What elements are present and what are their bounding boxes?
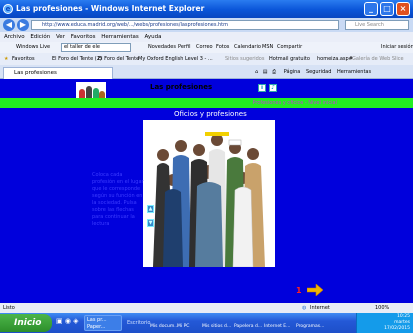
fav-item-7[interactable]: Galería de Web Slice bbox=[352, 53, 404, 65]
sound-icon[interactable]: ♪ bbox=[269, 84, 277, 92]
link-calendario[interactable]: Calendario bbox=[234, 42, 261, 53]
menu-bar: Archivo Edición Ver Favoritos Herramient… bbox=[0, 32, 413, 42]
fav-item-6[interactable]: homeiza.asp# bbox=[317, 53, 353, 65]
zone-label: Internet bbox=[310, 305, 330, 311]
safety-menu[interactable]: Seguridad bbox=[306, 69, 331, 75]
clock-time[interactable]: 10:25 bbox=[397, 314, 410, 319]
windows-live-link[interactable]: Windows Live bbox=[16, 42, 50, 53]
menu-herramientas[interactable]: Herramientas bbox=[101, 34, 138, 40]
taskbar: Inicio ▣ ◉ ◈ Las pr... Paper... Escritor… bbox=[0, 313, 413, 333]
status-text: Listo bbox=[3, 305, 15, 311]
fav-item-4[interactable]: Sitios sugeridos bbox=[225, 53, 264, 65]
favorites-button[interactable]: Favoritos bbox=[12, 53, 35, 65]
taskbar-ie-button[interactable]: Las pr... Paper... bbox=[84, 315, 122, 331]
star-icon: ★ bbox=[4, 56, 9, 62]
next-arrow-icon[interactable] bbox=[307, 284, 323, 296]
close-button[interactable]: × bbox=[396, 2, 410, 16]
zoom-level[interactable]: 100% bbox=[375, 303, 389, 313]
globe-icon: ◍ bbox=[302, 305, 307, 311]
fav-item-5[interactable]: Hotmail gratuito bbox=[269, 53, 310, 65]
page-subtitle: Oficios y profesiones bbox=[174, 110, 247, 118]
page-title: Las profesiones bbox=[150, 83, 213, 91]
windows-live-toolbar: Windows Live el taller de ele Novedades … bbox=[0, 42, 413, 53]
professionals-photo bbox=[143, 120, 275, 267]
address-bar: ◀ ▶ http://www.educa.madrid.org/web/.../… bbox=[0, 18, 413, 32]
info-icon[interactable]: i bbox=[258, 84, 266, 92]
link-msn[interactable]: MSN bbox=[262, 42, 273, 53]
desktop-toolbar-label: Escritorio bbox=[127, 320, 151, 326]
maximize-button[interactable]: □ bbox=[380, 2, 394, 16]
link-perfil[interactable]: Perfil bbox=[178, 42, 191, 53]
minimize-button[interactable]: _ bbox=[364, 2, 378, 16]
menu-ver[interactable]: Ver bbox=[56, 34, 65, 40]
taskbar-link-recycle[interactable]: Papelera d... bbox=[234, 324, 262, 329]
taskbar-link-programs[interactable]: Programas... bbox=[296, 324, 324, 329]
link-novedades[interactable]: Novedades bbox=[148, 42, 176, 53]
command-bar: ⌂ ▤ ⎙ Página Seguridad Herramientas bbox=[255, 66, 371, 78]
page-number: 1 bbox=[296, 286, 302, 295]
start-label: Inicio bbox=[14, 318, 42, 328]
back-icon[interactable]: ◀ bbox=[3, 19, 15, 31]
page-content: Las profesiones i ♪ Profesiones y oficio… bbox=[0, 79, 413, 303]
favorites-bar: ★ Favoritos El Foro del Tente (2) El For… bbox=[0, 53, 413, 65]
menu-archivo[interactable]: Archivo bbox=[4, 34, 25, 40]
taskbar-link-mydocs[interactable]: Mis docum... bbox=[150, 324, 179, 329]
green-banner: Profesiones y oficios - Nivel inicial bbox=[0, 98, 413, 108]
menu-edicion[interactable]: Edición bbox=[30, 34, 50, 40]
menu-favoritos[interactable]: Favoritos bbox=[71, 34, 96, 40]
home-icon[interactable]: ⌂ bbox=[255, 69, 258, 75]
scroll-up-arrow-icon[interactable]: ▲ bbox=[147, 205, 154, 213]
fav-item-2[interactable]: El Foro del Tente bbox=[98, 53, 139, 65]
ie-logo-icon: e bbox=[3, 4, 13, 14]
quicklaunch-icons[interactable]: ▣ ◉ ◈ bbox=[56, 317, 79, 325]
clock-date: 17/02/2015 bbox=[384, 326, 410, 331]
taskbar-link-ie[interactable]: Internet E... bbox=[264, 324, 290, 329]
page-menu[interactable]: Página bbox=[284, 69, 301, 75]
tab-las-profesiones[interactable]: Las profesiones bbox=[3, 67, 113, 79]
taskbar-button-label: Paper... bbox=[87, 324, 106, 330]
start-button[interactable]: Inicio bbox=[0, 314, 52, 332]
fav-item-1[interactable]: El Foro del Tente (2) bbox=[52, 53, 102, 65]
menu-ayuda[interactable]: Ayuda bbox=[145, 34, 162, 40]
window-titlebar[interactable]: e Las profesiones - Windows Internet Exp… bbox=[0, 0, 413, 18]
tools-menu[interactable]: Herramientas bbox=[337, 69, 371, 75]
tab-bar: Las profesiones ⌂ ▤ ⎙ Página Seguridad H… bbox=[0, 65, 413, 79]
search-input[interactable]: Live Search bbox=[345, 20, 409, 30]
link-correo[interactable]: Correo bbox=[196, 42, 213, 53]
clock-day: martes bbox=[394, 320, 410, 325]
status-bar: Listo ◍ Internet 100% bbox=[0, 303, 413, 313]
taskbar-button-label: Las pr... bbox=[87, 317, 107, 323]
url-input[interactable]: http://www.educa.madrid.org/web/.../webs… bbox=[31, 20, 339, 30]
tab-label: Las profesiones bbox=[14, 70, 57, 76]
print-icon[interactable]: ⎙ bbox=[272, 69, 276, 75]
feeds-icon[interactable]: ▤ bbox=[263, 69, 268, 75]
live-search-input[interactable]: el taller de ele bbox=[61, 43, 131, 52]
link-fotos[interactable]: Fotos bbox=[216, 42, 229, 53]
taskbar-link-mypc[interactable]: Mi PC bbox=[177, 324, 189, 329]
instructions-text: Coloca cada profesión en el lugar que le… bbox=[92, 172, 144, 227]
signin-link[interactable]: Iniciar sesión bbox=[381, 42, 413, 53]
taskbar-link-mysites[interactable]: Mis sitios d... bbox=[202, 324, 231, 329]
window-title: Las profesiones - Windows Internet Explo… bbox=[16, 4, 205, 13]
link-compartir[interactable]: Compartir bbox=[277, 42, 302, 53]
fav-item-3[interactable]: My Oxford English Level 3 - ... bbox=[138, 53, 213, 65]
ie-window: e Las profesiones - Windows Internet Exp… bbox=[0, 0, 413, 333]
scroll-down-arrow-icon[interactable]: ▼ bbox=[147, 219, 154, 227]
system-tray: 10:25 martes 17/02/2015 bbox=[356, 313, 413, 333]
forward-icon[interactable]: ▶ bbox=[17, 19, 29, 31]
